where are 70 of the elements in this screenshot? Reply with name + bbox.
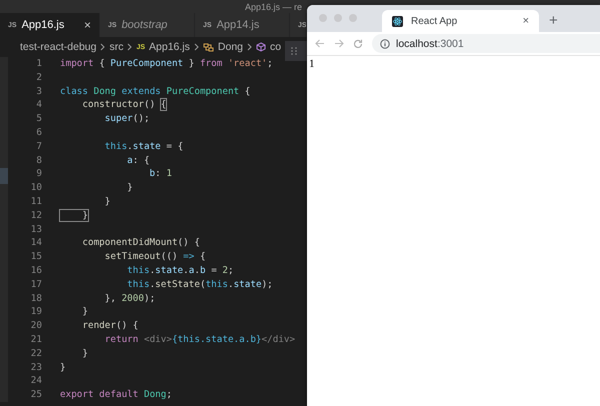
line-number: 10 bbox=[30, 181, 43, 195]
line-number: 3 bbox=[35, 84, 43, 98]
code-line: this.state = { bbox=[104, 140, 184, 152]
code-line: class Dong extends PureComponent { bbox=[60, 86, 250, 97]
reload-icon[interactable] bbox=[353, 38, 363, 48]
code-line: } bbox=[81, 306, 88, 318]
line-number: 19 bbox=[30, 305, 43, 320]
line-number: 2 bbox=[35, 70, 43, 85]
chevron-icon bbox=[194, 43, 199, 51]
line-number: 11 bbox=[30, 194, 43, 209]
code-line: } bbox=[60, 210, 88, 221]
chevron-icon bbox=[127, 43, 132, 51]
line-number: 9 bbox=[35, 167, 43, 182]
selection-marker bbox=[0, 168, 8, 184]
code-line: b: 1 bbox=[148, 168, 172, 180]
code-line: } bbox=[104, 196, 110, 207]
close-tab-button[interactable]: × bbox=[522, 15, 529, 27]
address-bar[interactable]: localhost:3001 bbox=[372, 34, 600, 53]
breadcrumb-item[interactable]: App16.js bbox=[149, 41, 190, 53]
code-line: a: { bbox=[126, 154, 150, 166]
breadcrumb-item[interactable]: co bbox=[270, 41, 282, 53]
code-line: } bbox=[126, 182, 133, 194]
line-number: 22 bbox=[30, 346, 43, 361]
window-title: App16.js — re bbox=[245, 2, 302, 12]
line-number: 16 bbox=[30, 264, 43, 278]
code-line: import { PureComponent } from 'react'; bbox=[60, 58, 273, 69]
code-line: render() { bbox=[81, 320, 138, 332]
forward-icon[interactable] bbox=[334, 39, 344, 48]
line-number: 20 bbox=[30, 319, 43, 333]
info-icon[interactable] bbox=[380, 38, 390, 48]
line-number: 12 bbox=[30, 208, 43, 223]
browser-tab[interactable]: React App × bbox=[382, 10, 539, 32]
breadcrumb-item[interactable]: test-react-debug bbox=[20, 41, 96, 53]
new-tab-button[interactable]: + bbox=[549, 12, 558, 29]
line-number: 4 bbox=[35, 98, 43, 112]
cube-icon bbox=[256, 42, 266, 52]
grip-icon[interactable] bbox=[291, 47, 297, 55]
code-line: } bbox=[81, 348, 88, 359]
line-number: 6 bbox=[35, 126, 43, 140]
code-line: super(); bbox=[104, 113, 150, 124]
chevron-icon bbox=[100, 43, 106, 51]
code-line: setTimeout(() => { bbox=[104, 251, 206, 262]
breadcrumb-item[interactable]: Dong bbox=[218, 41, 244, 53]
line-number: 8 bbox=[35, 154, 43, 168]
line-number: 7 bbox=[35, 140, 43, 154]
code-line: this.state.a.b = 2; bbox=[126, 264, 234, 276]
line-number: 13 bbox=[30, 222, 43, 236]
code-line: constructor() { bbox=[81, 99, 166, 110]
react-logo-icon bbox=[392, 16, 403, 26]
line-number: 21 bbox=[30, 332, 43, 347]
line-number: 24 bbox=[30, 374, 43, 388]
breadcrumb-item[interactable]: src bbox=[109, 41, 124, 53]
code-line: } bbox=[60, 362, 66, 373]
line-number: 14 bbox=[30, 236, 43, 250]
code-line: this.setState(this.state); bbox=[126, 278, 273, 290]
code-line: componentDidMount() { bbox=[81, 237, 200, 248]
code-line: }, 2000); bbox=[104, 292, 156, 304]
back-icon[interactable] bbox=[315, 39, 325, 48]
code-line: export default Dong; bbox=[60, 389, 172, 400]
line-number: 25 bbox=[30, 388, 43, 402]
line-number: 5 bbox=[35, 112, 43, 126]
class-icon bbox=[202, 42, 214, 52]
line-number: 15 bbox=[30, 250, 43, 264]
page-text: 1 bbox=[309, 58, 314, 70]
line-number: 1 bbox=[35, 57, 43, 71]
line-number: 17 bbox=[30, 278, 43, 292]
code-line: return <div>{this.state.a.b}</div> bbox=[104, 334, 296, 345]
line-number: 18 bbox=[30, 292, 43, 306]
chevron-icon bbox=[247, 43, 252, 51]
line-number: 23 bbox=[30, 360, 43, 374]
